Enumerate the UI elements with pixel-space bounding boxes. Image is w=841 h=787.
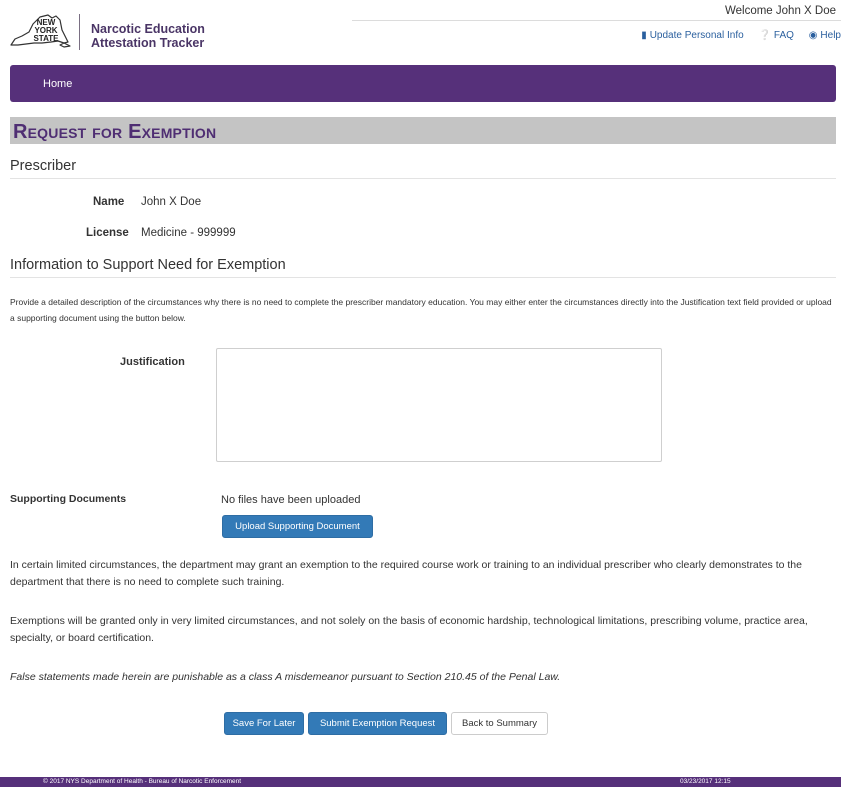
submit-exemption-request-button[interactable]: Submit Exemption Request	[308, 712, 447, 735]
page-header: NEW YORK STATE Narcotic Education Attest…	[0, 0, 841, 62]
footer-timestamp: 03/23/2017 12:15	[680, 778, 731, 785]
faq-link[interactable]: ❔ FAQ	[758, 30, 793, 41]
header-divider	[352, 20, 841, 21]
exemption-note-2: Exemptions will be granted only in very …	[10, 615, 808, 644]
page-title: Request for Exemption	[13, 121, 217, 143]
page-footer: © 2017 NYS Department of Health - Bureau…	[0, 777, 841, 787]
main-navbar: Home	[10, 65, 836, 102]
supporting-documents-label: Supporting Documents	[10, 493, 127, 505]
ny-state-outline-icon: NEW YORK STATE	[10, 14, 71, 48]
prescriber-divider	[10, 178, 836, 179]
back-to-summary-button[interactable]: Back to Summary	[451, 712, 548, 735]
info-description: Provide a detailed description of the ci…	[10, 297, 832, 323]
false-statement-notice: False statements made herein are punisha…	[10, 671, 561, 683]
save-for-later-button[interactable]: Save For Later	[224, 712, 304, 735]
app-title-line-2: Attestation Tracker	[91, 36, 205, 50]
welcome-text: Welcome John X Doe	[724, 5, 836, 17]
book-icon: ▮	[641, 30, 647, 41]
name-label: Name	[93, 196, 125, 208]
logo-line-3: STATE	[33, 34, 59, 43]
license-value: Medicine - 999999	[141, 227, 236, 239]
exemption-note-1: In certain limited circumstances, the de…	[10, 559, 802, 588]
name-value: John X Doe	[141, 196, 202, 208]
help-link[interactable]: ◉ Help	[809, 30, 841, 41]
question-circle-icon: ❔	[758, 30, 771, 41]
lifebuoy-icon: ◉	[808, 30, 818, 41]
info-heading: Information to Support Need for Exemptio…	[10, 257, 286, 273]
license-label: License	[86, 227, 129, 239]
justification-textarea[interactable]	[216, 348, 662, 462]
nav-home-link[interactable]: Home	[43, 78, 72, 90]
prescriber-heading: Prescriber	[10, 158, 77, 174]
upload-supporting-document-button[interactable]: Upload Supporting Document	[222, 515, 373, 538]
update-personal-info-label: Update Personal Info	[649, 30, 744, 41]
header-links: ▮ Update Personal Info ❔ FAQ ◉ Help	[629, 30, 841, 41]
update-personal-info-link[interactable]: ▮ Update Personal Info	[641, 30, 743, 41]
justification-label: Justification	[120, 356, 185, 368]
app-title-line-1: Narcotic Education	[91, 22, 205, 36]
help-label: Help	[820, 30, 841, 41]
page-title-bar: Request for Exemption	[10, 117, 836, 144]
footer-copyright: © 2017 NYS Department of Health - Bureau…	[43, 778, 242, 785]
logo-divider	[79, 14, 80, 50]
faq-label: FAQ	[773, 30, 794, 41]
no-files-text: No files have been uploaded	[221, 494, 361, 506]
info-divider	[10, 277, 836, 278]
app-title: Narcotic Education Attestation Tracker	[91, 22, 205, 50]
